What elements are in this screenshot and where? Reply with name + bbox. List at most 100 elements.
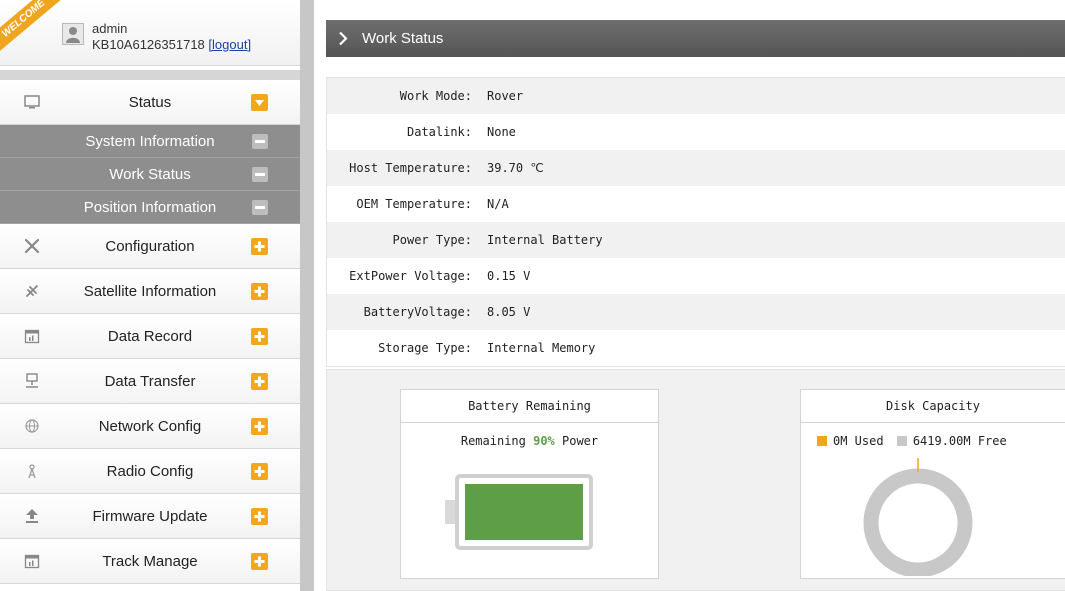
sidebar-subitem-system-information[interactable]: System Information xyxy=(0,125,300,158)
expand-toggle[interactable] xyxy=(251,463,268,480)
disk-capacity-ring xyxy=(863,458,973,576)
serial-line: KB10A6126351718 [logout] xyxy=(92,37,251,52)
sidebar-item-label: Data Record xyxy=(107,328,193,345)
network-icon xyxy=(26,373,38,388)
battery-card: Battery Remaining Remaining 90% Power xyxy=(400,389,659,579)
used-label: 0M Used xyxy=(833,434,884,448)
sidebar-item-label: Status xyxy=(128,94,172,111)
sidebar: WELCOME admin KB10A6126351718 [logout] S… xyxy=(0,0,300,591)
expand-toggle[interactable] xyxy=(251,373,268,390)
minus-icon xyxy=(252,134,268,149)
row-value: Rover xyxy=(487,89,524,103)
plus-icon xyxy=(254,556,265,567)
monitor-icon xyxy=(24,95,40,109)
expand-toggle[interactable] xyxy=(251,283,268,300)
sidebar-subitem-work-status[interactable]: Work Status xyxy=(0,158,300,191)
antenna-icon xyxy=(28,464,36,479)
plus-icon xyxy=(254,511,265,522)
plus-icon xyxy=(254,421,265,432)
collapse-toggle[interactable] xyxy=(251,94,268,111)
sidebar-item-label: Configuration xyxy=(105,238,195,255)
row-label: ExtPower Voltage: xyxy=(349,269,472,283)
sidebar-item-data-transfer[interactable]: Data Transfer xyxy=(0,359,300,404)
row-value: None xyxy=(487,125,516,139)
battery-card-title: Battery Remaining xyxy=(401,390,658,423)
expand-toggle[interactable] xyxy=(251,553,268,570)
sidebar-subitem-label: Work Status xyxy=(109,166,191,183)
battery-icon xyxy=(445,474,593,550)
expand-toggle[interactable] xyxy=(251,418,268,435)
sidebar-item-label: Network Config xyxy=(98,418,202,435)
sidebar-item-firmware-update[interactable]: Firmware Update xyxy=(0,494,300,539)
row-label: BatteryVoltage: xyxy=(363,305,472,319)
row-value: Internal Memory xyxy=(487,341,596,355)
row-value: Internal Battery xyxy=(487,233,603,247)
sidebar-item-label: Firmware Update xyxy=(92,508,208,525)
chevron-right-icon xyxy=(339,31,348,46)
sidebar-item-configuration[interactable]: Configuration xyxy=(0,224,300,269)
sidebar-item-track-manage[interactable]: Track Manage xyxy=(0,539,300,584)
table-row: Host Temperature: 39.70 ℃ xyxy=(327,150,1065,186)
plus-icon xyxy=(254,376,265,387)
plus-icon xyxy=(254,241,265,252)
battery-remaining-text: Remaining 90% Power xyxy=(401,434,658,448)
sidebar-item-network-config[interactable]: Network Config xyxy=(0,404,300,449)
calendar-icon xyxy=(24,554,40,569)
plus-icon xyxy=(254,286,265,297)
row-label: Datalink: xyxy=(406,125,472,139)
plus-icon xyxy=(254,466,265,477)
battery-prefix: Remaining xyxy=(460,434,534,448)
row-value: 39.70 ℃ xyxy=(487,161,544,175)
battery-percent: 90% xyxy=(533,434,555,448)
battery-suffix: Power xyxy=(554,434,599,448)
serial-number: KB10A6126351718 xyxy=(92,37,205,52)
welcome-ribbon: WELCOME xyxy=(0,0,67,57)
username: admin xyxy=(92,21,128,36)
sidebar-item-label: Data Transfer xyxy=(104,373,196,390)
avatar xyxy=(62,23,84,45)
main-content: Work Status Work Mode: Rover Datalink: N… xyxy=(326,0,1065,591)
expand-toggle[interactable] xyxy=(251,508,268,525)
sidebar-nav: Status System Information Work Status Po… xyxy=(0,80,300,584)
page-title-bar: Work Status xyxy=(326,20,1065,57)
chevron-down-icon xyxy=(255,100,264,106)
sidebar-resize-strip[interactable] xyxy=(300,0,314,591)
user-icon xyxy=(66,27,80,43)
free-label: 6419.00M Free xyxy=(912,434,1007,448)
minus-icon xyxy=(252,200,268,215)
sidebar-subitem-label: System Information xyxy=(85,133,215,150)
plus-icon xyxy=(254,331,265,342)
expand-toggle[interactable] xyxy=(251,328,268,345)
globe-icon xyxy=(25,419,39,433)
sidebar-item-label: Track Manage xyxy=(102,553,198,570)
status-panels: Battery Remaining Remaining 90% Power Di… xyxy=(326,369,1065,591)
sidebar-item-data-record[interactable]: Data Record xyxy=(0,314,300,359)
table-row: Datalink: None xyxy=(327,114,1065,150)
wrench-icon xyxy=(24,238,40,254)
row-label: Host Temperature: xyxy=(349,161,472,175)
calendar-icon xyxy=(24,329,40,344)
disk-card-title: Disk Capacity xyxy=(801,390,1065,423)
satellite-icon xyxy=(26,285,38,297)
sidebar-item-status[interactable]: Status xyxy=(0,80,300,125)
free-swatch xyxy=(896,436,907,446)
upload-icon xyxy=(26,509,38,523)
sidebar-item-radio-config[interactable]: Radio Config xyxy=(0,449,300,494)
table-row: ExtPower Voltage: 0.15 V xyxy=(327,258,1065,294)
sidebar-divider xyxy=(0,70,300,80)
logout-link[interactable]: [logout] xyxy=(208,37,251,52)
expand-toggle[interactable] xyxy=(251,238,268,255)
table-row: Power Type: Internal Battery xyxy=(327,222,1065,258)
table-row: Storage Type: Internal Memory xyxy=(327,330,1065,366)
minus-icon xyxy=(252,167,268,182)
battery-level-fill xyxy=(465,484,583,540)
row-label: OEM Temperature: xyxy=(356,197,472,211)
row-value: 8.05 V xyxy=(487,305,531,319)
sidebar-subitem-label: Position Information xyxy=(83,199,217,216)
sidebar-subitem-position-information[interactable]: Position Information xyxy=(0,191,300,224)
disk-free-arc xyxy=(863,468,973,576)
row-value: 0.15 V xyxy=(487,269,531,283)
table-row: BatteryVoltage: 8.05 V xyxy=(327,294,1065,330)
sidebar-item-satellite-information[interactable]: Satellite Information xyxy=(0,269,300,314)
used-swatch xyxy=(817,436,827,446)
